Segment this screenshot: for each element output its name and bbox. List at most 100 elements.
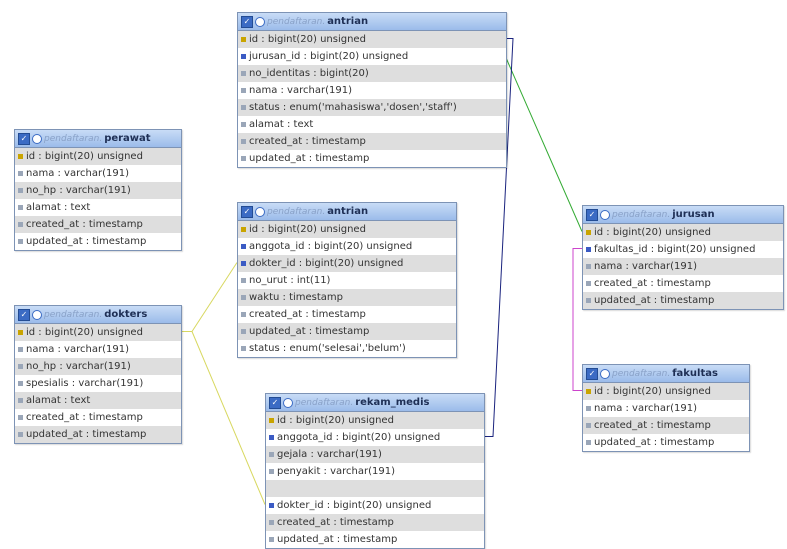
column-row[interactable]: no_urut : int(11)	[238, 272, 456, 289]
column-row[interactable]	[266, 480, 484, 497]
column-row[interactable]: id : bigint(20) unsigned	[266, 412, 484, 429]
column-label: jurusan_id : bigint(20) unsigned	[249, 51, 409, 62]
checkbox-icon[interactable]: ✓	[586, 367, 598, 380]
column-row[interactable]: dokter_id : bigint(20) unsigned	[266, 497, 484, 514]
column-row[interactable]: penyakit : varchar(191)	[266, 463, 484, 480]
table-fakultas[interactable]: ✓ pendaftaran. fakultas id : bigint(20) uns…	[582, 364, 750, 452]
column-row[interactable]: spesialis : varchar(191)	[15, 375, 181, 392]
table-header[interactable]: ✓ pendaftaran. antrian	[238, 203, 456, 221]
column-row[interactable]: no_hp : varchar(191)	[15, 358, 181, 375]
table-header[interactable]: ✓ pendaftaran. antrian	[238, 13, 506, 31]
checkbox-icon[interactable]: ✓	[241, 205, 253, 218]
column-row[interactable]: status : enum('selesai','belum')	[238, 340, 456, 357]
column-label: created_at : timestamp	[594, 278, 711, 289]
table-header[interactable]: ✓ pendaftaran. dokters	[15, 306, 181, 324]
column-row[interactable]: fakultas_id : bigint(20) unsigned	[583, 241, 783, 258]
column-row[interactable]: updated_at : timestamp	[583, 434, 749, 451]
table-header[interactable]: ✓ pendaftaran. fakultas	[583, 365, 749, 383]
table-antrian[interactable]: ✓ pendaftaran. antrian id : bigint(20) unsi…	[237, 12, 507, 168]
column-row[interactable]: anggota_id : bigint(20) unsigned	[238, 238, 456, 255]
primary-key-icon	[18, 330, 23, 335]
column-row[interactable]: gejala : varchar(191)	[266, 446, 484, 463]
table-perawat[interactable]: ✓ pendaftaran. perawat id : bigint(20) unsi…	[14, 129, 182, 251]
column-label: id : bigint(20) unsigned	[277, 415, 394, 426]
column-label: updated_at : timestamp	[26, 236, 147, 247]
column-row[interactable]: id : bigint(20) unsigned	[15, 148, 181, 165]
column-row[interactable]: updated_at : timestamp	[583, 292, 783, 309]
column-row[interactable]: nama : varchar(191)	[583, 400, 749, 417]
column-row[interactable]: jurusan_id : bigint(20) unsigned	[238, 48, 506, 65]
column-row[interactable]: no_identitas : bigint(20)	[238, 65, 506, 82]
column-row[interactable]: updated_at : timestamp	[15, 426, 181, 443]
column-label: id : bigint(20) unsigned	[594, 227, 711, 238]
column-row[interactable]: updated_at : timestamp	[266, 531, 484, 548]
column-label: updated_at : timestamp	[249, 153, 370, 164]
column-row[interactable]: waktu : timestamp	[238, 289, 456, 306]
column-row[interactable]: id : bigint(20) unsigned	[238, 221, 456, 238]
column-row[interactable]: nama : varchar(191)	[15, 341, 181, 358]
column-row[interactable]: created_at : timestamp	[15, 409, 181, 426]
table-name: antrian	[327, 16, 369, 27]
column-label: alamat : text	[26, 395, 91, 406]
table-header[interactable]: ✓ pendaftaran. rekam_medis	[266, 394, 484, 412]
column-icon	[241, 346, 246, 351]
column-row[interactable]: updated_at : timestamp	[238, 323, 456, 340]
column-icon	[18, 347, 23, 352]
column-label: dokter_id : bigint(20) unsigned	[249, 258, 404, 269]
column-row[interactable]: nama : varchar(191)	[15, 165, 181, 182]
checkbox-icon[interactable]: ✓	[18, 132, 30, 145]
table-rekam-medis[interactable]: ✓ pendaftaran. rekam_medisid : bigint(20) …	[265, 393, 485, 549]
column-row[interactable]: updated_at : timestamp	[15, 233, 181, 250]
column-row[interactable]: alamat : text	[238, 116, 506, 133]
table-name: jurusan	[672, 209, 715, 220]
column-row[interactable]: created_at : timestamp	[583, 417, 749, 434]
toggle-columns-icon[interactable]	[600, 368, 610, 379]
checkbox-icon[interactable]: ✓	[586, 208, 598, 221]
toggle-columns-icon[interactable]	[283, 397, 293, 408]
designer-canvas: ✓ pendaftaran. antrian id : bigint(20) unsi…	[0, 0, 787, 549]
checkbox-icon[interactable]: ✓	[241, 15, 253, 28]
column-label: updated_at : timestamp	[594, 295, 715, 306]
column-row[interactable]: created_at : timestamp	[238, 306, 456, 323]
column-label: anggota_id : bigint(20) unsigned	[249, 241, 413, 252]
table-header[interactable]: ✓ pendaftaran. perawat	[15, 130, 181, 148]
column-row[interactable]: id : bigint(20) unsigned	[583, 383, 749, 400]
column-row[interactable]: dokter_id : bigint(20) unsigned	[238, 255, 456, 272]
toggle-columns-icon[interactable]	[255, 16, 265, 27]
column-row[interactable]: updated_at : timestamp	[238, 150, 506, 167]
column-row[interactable]: created_at : timestamp	[583, 275, 783, 292]
column-row[interactable]: nama : varchar(191)	[583, 258, 783, 275]
column-label: id : bigint(20) unsigned	[26, 327, 143, 338]
column-label: no_hp : varchar(191)	[26, 185, 131, 196]
column-icon	[18, 239, 23, 244]
column-row[interactable]: created_at : timestamp	[15, 216, 181, 233]
column-row[interactable]: alamat : text	[15, 199, 181, 216]
column-label: nama : varchar(191)	[594, 261, 697, 272]
column-row[interactable]: status : enum('mahasiswa','dosen','staff…	[238, 99, 506, 116]
toggle-columns-icon[interactable]	[600, 209, 610, 220]
column-label: alamat : text	[249, 119, 314, 130]
column-row[interactable]: created_at : timestamp	[238, 133, 506, 150]
column-row[interactable]: no_hp : varchar(191)	[15, 182, 181, 199]
table-schema: pendaftaran.	[612, 368, 671, 379]
column-row[interactable]: id : bigint(20) unsigned	[238, 31, 506, 48]
column-icon	[241, 312, 246, 317]
column-row[interactable]: id : bigint(20) unsigned	[15, 324, 181, 341]
column-icon	[269, 469, 274, 474]
table-jurusan[interactable]: ✓ pendaftaran. jurusan id : bigint(20) unsi…	[582, 205, 784, 310]
column-row[interactable]: id : bigint(20) unsigned	[583, 224, 783, 241]
column-row[interactable]: created_at : timestamp	[266, 514, 484, 531]
checkbox-icon[interactable]: ✓	[18, 308, 30, 321]
checkbox-icon[interactable]: ✓	[269, 396, 281, 409]
column-label: created_at : timestamp	[26, 219, 143, 230]
column-row[interactable]: alamat : text	[15, 392, 181, 409]
toggle-columns-icon[interactable]	[32, 133, 42, 144]
column-icon	[241, 122, 246, 127]
toggle-columns-icon[interactable]	[255, 206, 265, 217]
table-header[interactable]: ✓ pendaftaran. jurusan	[583, 206, 783, 224]
column-row[interactable]: anggota_id : bigint(20) unsigned	[266, 429, 484, 446]
table-antrian2[interactable]: ✓ pendaftaran. antrian id : bigint(20) unsi…	[237, 202, 457, 358]
column-row[interactable]: nama : varchar(191)	[238, 82, 506, 99]
table-dokters[interactable]: ✓ pendaftaran. dokters id : bigint(20) unsi…	[14, 305, 182, 444]
toggle-columns-icon[interactable]	[32, 309, 42, 320]
